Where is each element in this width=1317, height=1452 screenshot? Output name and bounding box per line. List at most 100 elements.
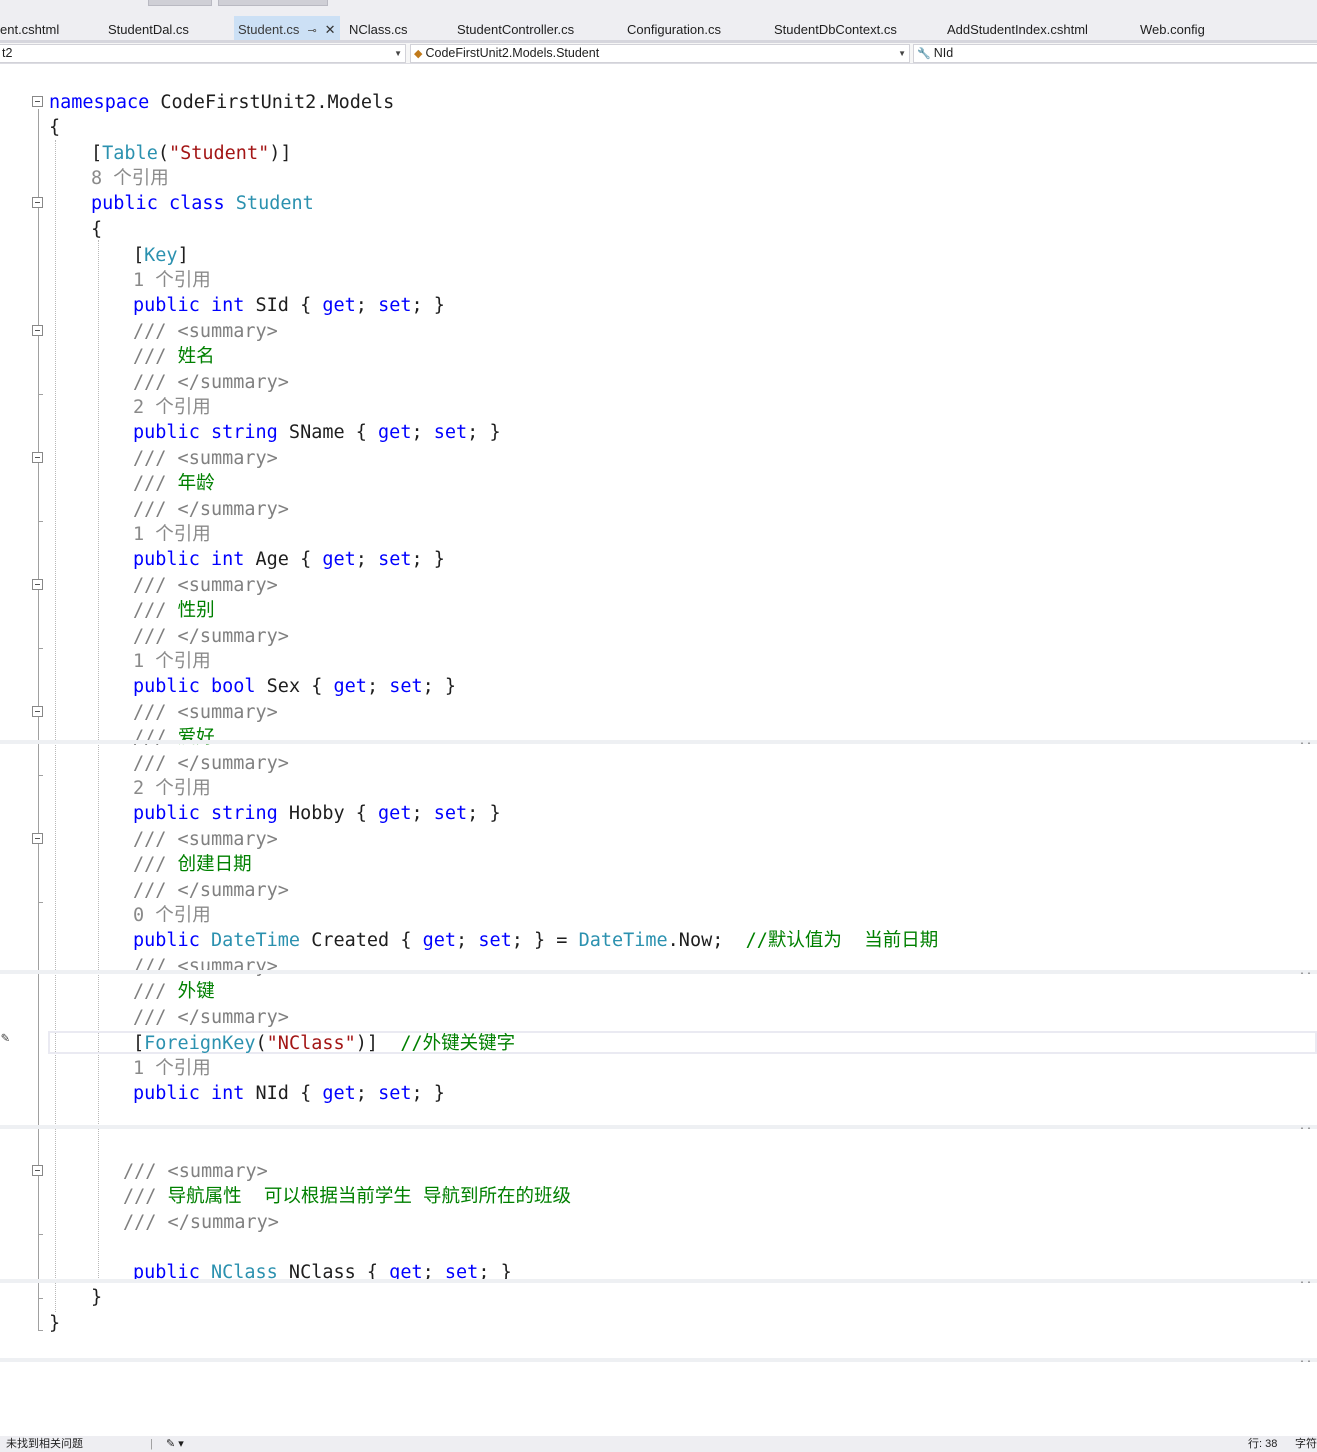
code-line-3: [Table("Student")] [91,143,292,164]
tab-studentdbcontext[interactable]: StudentDbContext.cs [774,16,897,40]
stitch-seam: .. [0,736,1317,747]
tab-label: StudentController.cs [457,22,575,37]
status-message[interactable]: 未找到相关问题 [6,1436,83,1452]
code-line-11: /// 姓名 [133,346,215,367]
code-line-16: /// 年龄 [133,473,215,494]
outline-tick [38,1330,43,1331]
tab-studentdal[interactable]: StudentDal.cs [108,16,189,40]
outline-tick [38,902,43,903]
reference-count[interactable]: 1 个引用 [133,522,211,547]
code-line-45: } [91,1287,103,1308]
collapse-icon[interactable] [32,325,43,336]
code-line-36: /// 外键 [133,981,215,1002]
code-line-25: /// <summary> [133,702,278,723]
tab-configuration[interactable]: Configuration.cs [627,16,721,40]
outline-line [38,109,39,1331]
code-line-19: public int Age { get; set; } [133,549,445,570]
code-line-43: /// </summary> [123,1212,279,1233]
tab-label: StudentDbContext.cs [774,22,897,37]
navigation-bar: t2 ▼ ◆ CodeFirstUnit2.Models.Student ▼ 🔧 N… [0,43,1317,64]
tab-label: ent.cshtml [0,22,60,37]
outline-tick [38,648,43,649]
tab-studentcontroller[interactable]: StudentController.cs [457,16,574,40]
outline-tick [38,1234,43,1235]
reference-count[interactable]: 0 个引用 [133,903,211,928]
tab-label: NClass.cs [349,22,408,37]
outline-tick [38,394,43,395]
pin-icon[interactable]: ⊸ [307,25,316,37]
code-line-20: /// <summary> [133,575,278,596]
collapse-icon[interactable] [32,197,43,208]
member-dropdown[interactable]: 🔧 NId [913,44,1317,63]
indent-guide [55,140,56,1312]
code-line-24: public bool Sex { get; set; } [133,676,457,697]
code-line-31: /// 创建日期 [133,854,252,875]
project-dropdown[interactable]: t2 ▼ [0,44,406,63]
reference-count[interactable]: 1 个引用 [133,649,211,674]
tab-student[interactable]: Student.cs ⊸ ✕ [234,16,340,40]
class-icon: ◆ [414,48,423,60]
code-line-21: /// 性别 [133,600,215,621]
code-line-17: /// </summary> [133,499,289,520]
tab-webconfig[interactable]: Web.config [1140,16,1205,40]
collapse-icon[interactable] [32,706,43,717]
outline-tick [38,1298,43,1299]
tab-label: AddStudentIndex.cshtml [947,22,1088,37]
member-label: NId [933,46,954,60]
code-line-14: public string SName { get; set; } [133,422,501,443]
code-line-29: public string Hobby { get; set; } [133,803,501,824]
close-icon[interactable]: ✕ [325,22,336,37]
code-line-34: public DateTime Created { get; set; } = … [133,930,939,951]
chevron-down-icon: ▼ [394,49,402,58]
type-label: CodeFirstUnit2.Models.Student [425,46,600,60]
reference-count[interactable]: 2 个引用 [133,395,211,420]
brush-icon[interactable]: ✎ ▾ [166,1436,184,1452]
toolbar-dropdown[interactable] [218,0,328,6]
code-line-10: /// <summary> [133,321,278,342]
code-line-5: public class Student [91,193,314,214]
wrench-icon: 🔧 [917,48,931,60]
tab-nclass[interactable]: NClass.cs [349,16,408,40]
toolbar-strip [0,0,1317,16]
project-label: t2 [2,46,13,60]
outline-tick [38,521,43,522]
reference-count[interactable]: 1 个引用 [133,1056,211,1081]
reference-count[interactable]: 2 个引用 [133,776,211,801]
code-line-46: } [49,1313,61,1334]
code-line-2: { [49,117,61,138]
code-line-35: /// <summary> [133,956,278,977]
code-line-30: /// <summary> [133,829,278,850]
code-editor[interactable]: ✎ namespace CodeFirstUnit2.Models { [Tab… [0,64,1317,1436]
reference-count[interactable]: 8 个引用 [91,166,169,191]
document-tab-bar: ent.cshtml StudentDal.cs Student.cs ⊸ ✕ NC… [0,16,1317,40]
char-indicator[interactable]: 字符 [1295,1436,1317,1452]
reference-count[interactable]: 1 个引用 [133,268,211,293]
collapse-icon[interactable] [32,579,43,590]
code-line-40: public int NId { get; set; } [133,1083,445,1104]
code-line-42: /// 导航属性 可以根据当前学生 导航到所在的班级 [123,1186,571,1207]
line-indicator[interactable]: 行: 38 [1248,1436,1277,1452]
code-line-6: { [91,219,103,240]
stitch-seam: .. [0,1354,1317,1365]
code-line-41: /// <summary> [123,1161,268,1182]
code-line-27: /// </summary> [133,753,289,774]
tab-cshtml[interactable]: ent.cshtml [0,16,59,40]
type-dropdown[interactable]: ◆ CodeFirstUnit2.Models.Student ▼ [410,44,910,63]
tab-label: StudentDal.cs [108,22,189,37]
tab-label: Configuration.cs [627,22,721,37]
toolbar-dropdown[interactable] [148,0,212,6]
code-line-12: /// </summary> [133,372,289,393]
collapse-icon[interactable] [32,1165,43,1176]
collapse-icon[interactable] [32,96,43,107]
code-line-38: [ForeignKey("NClass")] //外键关键字 [133,1033,516,1054]
tab-addstudentindex[interactable]: AddStudentIndex.cshtml [947,16,1088,40]
code-line-37: /// </summary> [133,1007,289,1028]
collapse-icon[interactable] [32,452,43,463]
collapse-icon[interactable] [32,833,43,844]
chevron-down-icon: ▼ [898,49,906,58]
outline-tick [38,775,43,776]
stitch-seam: .. [0,1121,1317,1132]
status-bar: 未找到相关问题 | ✎ ▾ 行: 38 字符 [0,1436,1317,1452]
edit-pencil-icon: ✎ [1,1030,10,1046]
stitch-seam: .. [0,966,1317,977]
